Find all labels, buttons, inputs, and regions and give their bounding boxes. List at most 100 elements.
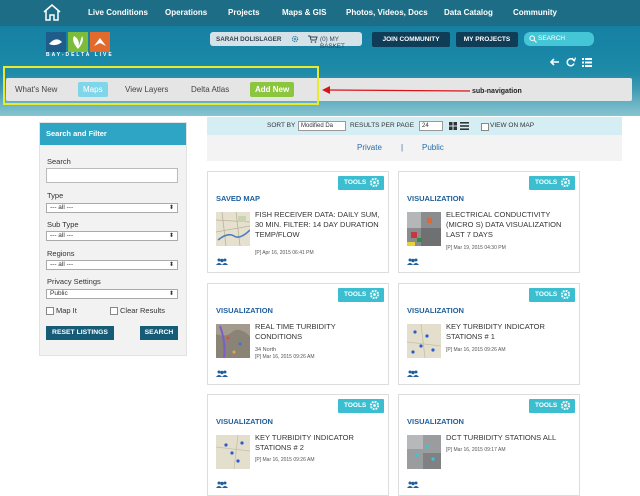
map-thumbnail[interactable] bbox=[407, 435, 441, 469]
results-per-page-value: 24 bbox=[422, 123, 429, 129]
search-button[interactable]: SEARCH bbox=[140, 326, 178, 340]
result-card[interactable]: TOOLS VISUALIZATION ELECTRICAL CONDUCTIV… bbox=[398, 171, 580, 273]
clear-results-checkbox[interactable] bbox=[110, 307, 118, 315]
privacy-tabs: Private | Public bbox=[207, 135, 622, 161]
regions-select[interactable]: --- all --- ⬍ bbox=[46, 260, 178, 270]
gear-icon bbox=[369, 400, 380, 411]
filter-search-input[interactable] bbox=[46, 168, 178, 183]
subtype-select[interactable]: --- all --- ⬍ bbox=[46, 231, 178, 241]
select-arrows-icon: ⬍ bbox=[168, 205, 174, 211]
tools-label: TOOLS bbox=[535, 402, 558, 409]
map-thumbnail[interactable] bbox=[216, 212, 250, 246]
subtype-label: Sub Type bbox=[47, 220, 79, 229]
tools-label: TOOLS bbox=[535, 179, 558, 186]
tab-separator: | bbox=[401, 143, 404, 152]
search-label: Search bbox=[47, 157, 71, 166]
card-date: [P] Mar 16, 2015 09:26 AM bbox=[446, 347, 506, 353]
results-per-page-select[interactable]: 24 bbox=[419, 121, 443, 131]
card-date: [P] Mar 16, 2015 09:26 AM bbox=[255, 457, 315, 463]
gear-icon bbox=[560, 177, 571, 188]
privacy-select[interactable]: Public ⬍ bbox=[46, 289, 178, 299]
card-date: [P] Mar 16, 2015 09:26 AM bbox=[255, 354, 315, 360]
map-thumbnail[interactable] bbox=[216, 435, 250, 469]
result-card[interactable]: TOOLS VISUALIZATION REAL TIME TURBIDITY … bbox=[207, 283, 389, 385]
card-title[interactable]: ELECTRICAL CONDUCTIVITY (MICRO S) DATA V… bbox=[446, 210, 574, 240]
select-arrows-icon: ⬍ bbox=[168, 233, 174, 239]
regions-select-value: --- all --- bbox=[50, 261, 74, 268]
nav-operations[interactable]: Operations bbox=[165, 8, 207, 17]
card-title[interactable]: KEY TURBIDITY INDICATOR STATIONS # 2 bbox=[255, 433, 383, 453]
search-filter-panel: Search and Filter Search Type --- all --… bbox=[39, 122, 187, 356]
card-title[interactable]: KEY TURBIDITY INDICATOR STATIONS # 1 bbox=[446, 322, 574, 342]
sort-by-value: Modified Da bbox=[301, 123, 334, 129]
card-type: VISUALIZATION bbox=[216, 306, 273, 315]
grid-view-icon[interactable] bbox=[449, 122, 457, 130]
sort-by-select[interactable]: Modified Da bbox=[298, 121, 346, 131]
tools-button[interactable]: TOOLS bbox=[338, 176, 384, 190]
nav-maps-gis[interactable]: Maps & GIS bbox=[282, 8, 326, 17]
gear-icon bbox=[369, 177, 380, 188]
tools-label: TOOLS bbox=[344, 179, 367, 186]
result-card[interactable]: TOOLS SAVED MAP FISH RECEIVER DATA: DAIL… bbox=[207, 171, 389, 273]
card-date: [P] Mar 19, 2015 04:30 PM bbox=[446, 245, 506, 251]
nav-community[interactable]: Community bbox=[513, 8, 557, 17]
group-icon bbox=[216, 370, 228, 377]
nav-live-conditions[interactable]: Live Conditions bbox=[88, 8, 148, 17]
nav-data-catalog[interactable]: Data Catalog bbox=[444, 8, 493, 17]
map-thumbnail[interactable] bbox=[407, 324, 441, 358]
annotation-highlight-box bbox=[3, 66, 319, 105]
map-it-label: Map It bbox=[56, 306, 77, 315]
join-community-button[interactable]: JOIN COMMUNITY bbox=[372, 32, 450, 47]
sort-by-label: SORT BY bbox=[267, 122, 296, 129]
map-thumbnail[interactable] bbox=[407, 212, 441, 246]
header-search bbox=[524, 32, 594, 46]
map-thumbnail[interactable] bbox=[216, 324, 250, 358]
card-type: VISUALIZATION bbox=[407, 306, 464, 315]
type-select[interactable]: --- all --- ⬍ bbox=[46, 203, 178, 213]
view-on-map-checkbox[interactable] bbox=[481, 123, 489, 131]
header-search-input[interactable] bbox=[538, 33, 590, 44]
card-title[interactable]: REAL TIME TURBIDITY CONDITIONS bbox=[255, 322, 383, 342]
clear-results-label: Clear Results bbox=[120, 306, 166, 315]
tools-label: TOOLS bbox=[535, 291, 558, 298]
nav-projects[interactable]: Projects bbox=[228, 8, 260, 17]
search-icon bbox=[529, 35, 537, 43]
nav-photos-videos-docs[interactable]: Photos, Videos, Docs bbox=[346, 8, 428, 17]
type-label: Type bbox=[47, 191, 64, 200]
tab-public[interactable]: Public bbox=[422, 143, 444, 152]
privacy-label: Privacy Settings bbox=[47, 277, 101, 286]
list-view-toggle-icon[interactable] bbox=[460, 122, 469, 130]
tab-private[interactable]: Private bbox=[357, 143, 382, 152]
tools-label: TOOLS bbox=[344, 402, 367, 409]
card-title[interactable]: DCT TURBIDITY STATIONS ALL bbox=[446, 433, 574, 443]
tools-label: TOOLS bbox=[344, 291, 367, 298]
select-arrows-icon: ⬍ bbox=[168, 262, 174, 268]
result-card[interactable]: TOOLS VISUALIZATION KEY TURBIDITY INDICA… bbox=[207, 394, 389, 496]
tools-button[interactable]: TOOLS bbox=[529, 176, 575, 190]
result-card[interactable]: TOOLS VISUALIZATION KEY TURBIDITY INDICA… bbox=[398, 283, 580, 385]
basket-icon[interactable] bbox=[308, 35, 318, 43]
list-view-icon[interactable] bbox=[582, 57, 592, 67]
back-arrow-icon[interactable] bbox=[550, 57, 560, 67]
tools-button[interactable]: TOOLS bbox=[529, 288, 575, 302]
card-title[interactable]: FISH RECEIVER DATA: DAILY SUM, 30 MIN. F… bbox=[255, 210, 383, 240]
tools-button[interactable]: TOOLS bbox=[338, 399, 384, 413]
home-icon[interactable] bbox=[42, 3, 62, 22]
refresh-icon[interactable] bbox=[566, 57, 576, 67]
basket-link[interactable]: (0) MY BASKET bbox=[320, 36, 362, 50]
gear-icon bbox=[369, 289, 380, 300]
select-arrows-icon: ⬍ bbox=[168, 291, 174, 297]
tools-button[interactable]: TOOLS bbox=[338, 288, 384, 302]
group-icon bbox=[407, 258, 419, 265]
user-name[interactable]: SARAH DOLISLAGER bbox=[216, 36, 281, 43]
map-it-checkbox[interactable] bbox=[46, 307, 54, 315]
reset-listings-button[interactable]: RESET LISTINGS bbox=[46, 326, 114, 340]
result-card[interactable]: TOOLS VISUALIZATION DCT TURBIDITY STATIO… bbox=[398, 394, 580, 496]
gear-icon[interactable] bbox=[291, 35, 299, 43]
tools-button[interactable]: TOOLS bbox=[529, 399, 575, 413]
filter-panel-title: Search and Filter bbox=[40, 123, 186, 145]
card-type: VISUALIZATION bbox=[407, 417, 464, 426]
user-box: SARAH DOLISLAGER (0) MY BASKET bbox=[210, 32, 362, 50]
my-projects-button[interactable]: MY PROJECTS bbox=[456, 32, 518, 47]
results-per-page-label: RESULTS PER PAGE bbox=[350, 122, 415, 129]
